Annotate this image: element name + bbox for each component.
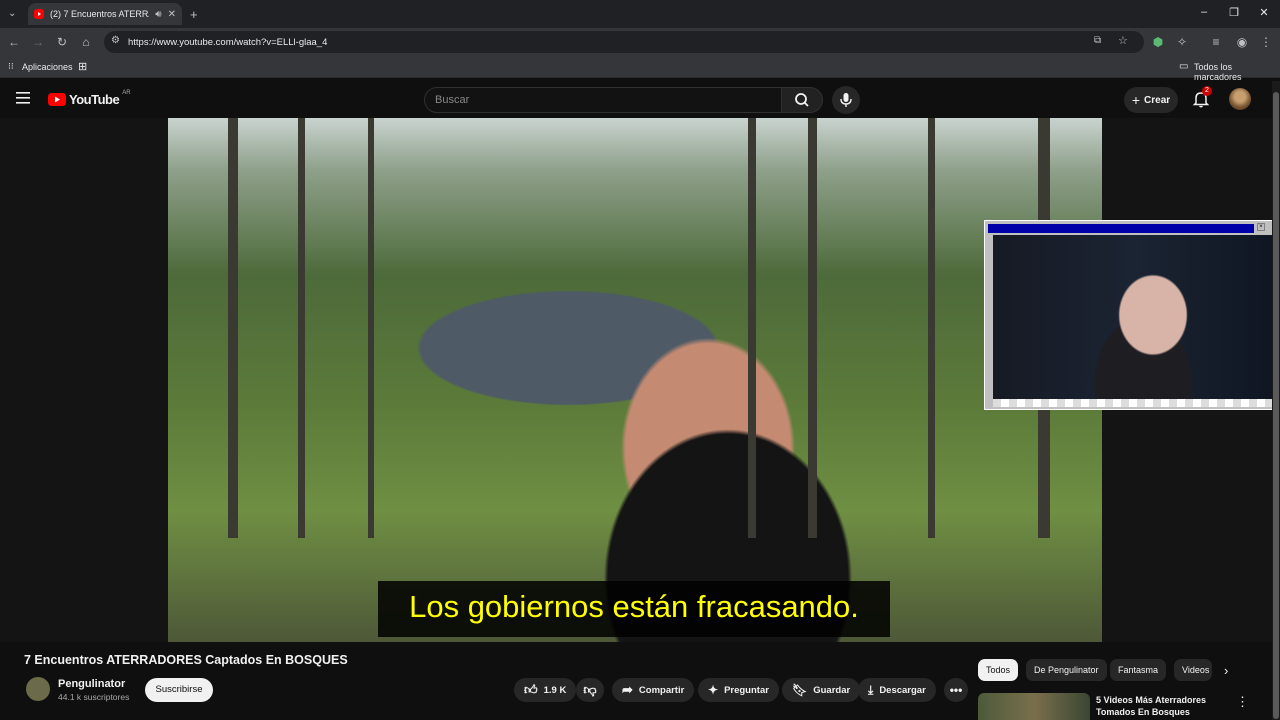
more-horizontal-icon: ••• <box>949 683 963 697</box>
window-close-icon[interactable]: ✕ <box>1256 6 1272 19</box>
hamburger-menu-icon[interactable] <box>16 91 32 105</box>
caption-text: Los gobiernos están fracasando. <box>378 581 890 637</box>
recommendation-title[interactable]: 5 Videos Más Aterradores Tomados En Bosq… <box>1096 694 1236 718</box>
recommendation-thumbnail[interactable] <box>978 693 1090 720</box>
bookmark-icon: 🔖︎ <box>792 683 808 697</box>
home-icon[interactable]: ⌂ <box>78 34 94 50</box>
sparkle-icon: ✦ <box>708 683 719 697</box>
thumbs-down-icon: 👎︎ <box>583 682 597 697</box>
reload-icon[interactable]: ↻ <box>54 34 70 50</box>
browser-tab[interactable]: (2) 7 Encuentros ATERRADORES Captados En… <box>28 3 182 25</box>
webcam-titlebar[interactable] <box>988 224 1254 233</box>
dislike-button[interactable]: 👎︎ <box>576 678 604 702</box>
chip-todos[interactable]: Todos <box>978 659 1019 681</box>
install-app-icon[interactable]: ⧉ <box>1094 35 1101 46</box>
download-label: Descargar <box>879 684 926 696</box>
share-arrow-icon: ➦ <box>622 682 633 697</box>
video-frame-detail <box>228 118 238 538</box>
search-input[interactable]: Buscar <box>424 87 782 113</box>
restore-icon[interactable]: ❐ <box>1226 6 1242 19</box>
download-icon: ⤓ <box>868 682 874 697</box>
browser-toolbar: ← → ↻ ⌂ ⚙ https://www.youtube.com/watch?… <box>0 28 1280 56</box>
subscriber-count: 44.1 k suscriptores <box>58 692 130 702</box>
ask-label: Preguntar <box>724 684 769 696</box>
share-button[interactable]: ➦ Compartir <box>612 678 695 702</box>
ambient-glow-left <box>0 118 168 642</box>
youtube-logo[interactable]: YouTube AR <box>48 89 131 107</box>
chip-videos[interactable]: Videos <box>1174 659 1212 681</box>
forward-icon[interactable]: → <box>30 34 46 50</box>
chip-de-pengulinator[interactable]: De Pengulinator <box>1026 659 1107 681</box>
reading-list-icon[interactable]: ≡ <box>1208 34 1224 50</box>
microphone-icon <box>840 93 852 107</box>
subscribe-button[interactable]: Suscribirse <box>145 678 213 702</box>
browser-tab-strip: ⌄ (2) 7 Encuentros ATERRADORES Captados … <box>0 0 1280 28</box>
chevron-right-icon[interactable]: › <box>1224 663 1228 678</box>
webcam-feed <box>993 235 1275 399</box>
chrome-menu-icon[interactable]: ⋮ <box>1258 34 1274 50</box>
voice-search-button[interactable] <box>832 86 860 114</box>
video-frame-detail <box>928 118 935 538</box>
logo-text: YouTube <box>69 92 120 107</box>
video-frame-detail <box>808 118 817 538</box>
country-code: AR <box>122 89 131 96</box>
url-text: https://www.youtube.com/watch?v=ELLl-gla… <box>128 36 328 48</box>
notifications-button[interactable]: 2 <box>1192 86 1212 108</box>
create-button[interactable]: + Crear <box>1124 87 1178 113</box>
save-label: Guardar <box>813 684 851 696</box>
video-frame-detail <box>748 118 756 538</box>
video-title: 7 Encuentros ATERRADORES Captados En BOS… <box>24 653 348 667</box>
chip-fantasma[interactable]: Fantasma <box>1110 659 1167 681</box>
account-avatar[interactable] <box>1229 88 1251 110</box>
video-frame-detail <box>368 118 374 538</box>
plus-icon: + <box>1131 92 1141 108</box>
new-tab-icon[interactable]: + <box>190 7 198 22</box>
video-player[interactable] <box>168 118 1102 642</box>
youtube-play-icon <box>48 93 66 106</box>
youtube-favicon-icon <box>34 9 44 19</box>
notification-badge: 2 <box>1202 86 1212 96</box>
search-icon <box>795 93 809 107</box>
tab-title: (2) 7 Encuentros ATERRADORES Captados En… <box>50 9 149 19</box>
folder-icon: ▭ <box>1179 61 1189 72</box>
site-info-icon[interactable]: ⚙ <box>111 35 120 46</box>
bookmark-star-icon[interactable]: ☆ <box>1118 34 1128 47</box>
video-frame-detail <box>298 118 305 538</box>
tab-search-icon[interactable]: ⌄ <box>8 8 16 19</box>
download-button[interactable]: ⤓ Descargar <box>858 678 936 702</box>
extension-shield-icon[interactable]: ⬢ <box>1150 34 1166 50</box>
apps-grid-icon: ⁝⁝ <box>8 61 14 71</box>
like-count: 1.9 K <box>543 684 567 696</box>
search-button[interactable] <box>781 87 823 113</box>
scrollbar-thumb[interactable] <box>1273 92 1279 719</box>
youtube-header: YouTube AR Buscar + Crear 2 <box>0 81 1280 117</box>
webcam-close-icon[interactable]: × <box>1257 223 1265 231</box>
more-actions-button[interactable]: ••• <box>944 678 968 702</box>
save-button[interactable]: 🔖︎ Guardar <box>782 678 861 702</box>
tab-groups-icon[interactable]: ⊞ <box>78 60 87 73</box>
bookmarks-bar: ⁝⁝ Aplicaciones ⊞ ▭ Todos los marcadores <box>0 56 1280 82</box>
thumbs-up-icon: 👍︎ <box>524 682 538 697</box>
extensions-puzzle-icon[interactable]: ✧ <box>1174 34 1190 50</box>
like-button[interactable]: 👍︎ 1.9 K <box>514 678 577 702</box>
tab-close-icon[interactable]: ✕ <box>168 9 176 20</box>
create-label: Crear <box>1144 94 1171 106</box>
recommendation-menu-icon[interactable]: ⋮ <box>1236 694 1249 710</box>
profile-avatar-icon[interactable]: ◉ <box>1234 34 1250 50</box>
channel-avatar[interactable] <box>26 677 50 701</box>
ask-button[interactable]: ✦ Preguntar <box>698 678 779 702</box>
address-bar[interactable]: ⚙ https://www.youtube.com/watch?v=ELLl-g… <box>104 31 1144 53</box>
webcam-overlay-window[interactable]: × <box>984 220 1278 410</box>
webcam-border-pattern <box>993 399 1275 407</box>
share-label: Compartir <box>638 684 685 696</box>
back-icon[interactable]: ← <box>6 34 22 50</box>
minimize-icon[interactable]: – <box>1196 6 1212 18</box>
speaker-icon[interactable]: 🔊︎ <box>155 9 161 20</box>
apps-bookmark[interactable]: Aplicaciones <box>22 62 73 72</box>
channel-name[interactable]: Pengulinator <box>58 678 125 690</box>
all-bookmarks-link[interactable]: Todos los marcadores <box>1194 62 1280 82</box>
